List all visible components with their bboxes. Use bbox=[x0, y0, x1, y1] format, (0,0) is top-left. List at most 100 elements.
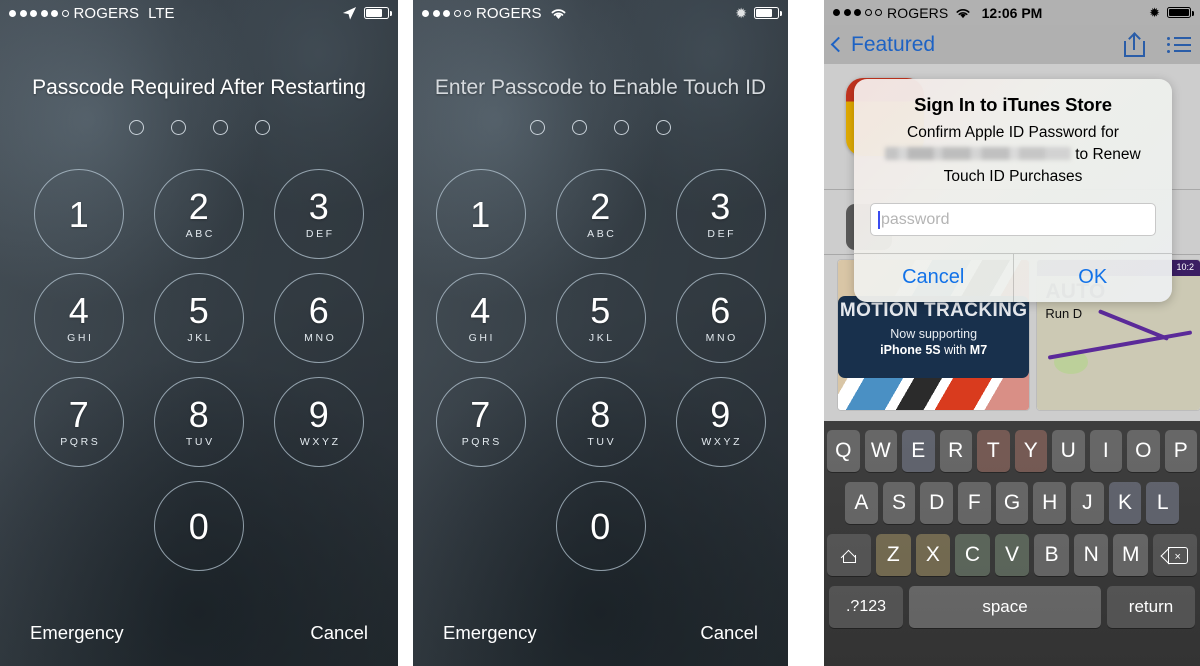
key-W[interactable]: W bbox=[864, 430, 897, 472]
key-E[interactable]: E bbox=[902, 430, 935, 472]
keypad-key-4[interactable]: 4 GHI bbox=[435, 273, 526, 363]
key-G[interactable]: G bbox=[995, 482, 1029, 524]
key-letters: GHI bbox=[67, 331, 94, 344]
keypad-key-8[interactable]: 8 TUV bbox=[555, 377, 646, 467]
lock-footer-1: Emergency Cancel bbox=[0, 622, 398, 644]
keypad-key-2[interactable]: 2 ABC bbox=[154, 169, 244, 259]
passcode-dot bbox=[530, 120, 545, 135]
list-icon[interactable] bbox=[1167, 36, 1191, 53]
shift-icon bbox=[840, 547, 857, 564]
keypad-key-1[interactable]: 1 bbox=[435, 169, 526, 259]
keypad-key-6[interactable]: 6 MNO bbox=[274, 273, 364, 363]
keypad-key-1[interactable]: 1 bbox=[34, 169, 124, 259]
passcode-keypad-1[interactable]: 1 2 ABC 3 DEF 4 GHI 5 JKL 6 MNO 7 PQRS 8… bbox=[34, 169, 364, 571]
passcode-dots-2 bbox=[413, 120, 788, 135]
key-L[interactable]: L bbox=[1146, 482, 1180, 524]
dialog-cancel-button[interactable]: Cancel bbox=[854, 254, 1013, 302]
keypad-key-2[interactable]: 2 ABC bbox=[555, 169, 646, 259]
key-I[interactable]: I bbox=[1089, 430, 1122, 472]
key-letters: ABC bbox=[185, 227, 215, 240]
clock-label: 12:06 PM bbox=[981, 4, 1043, 21]
key-T[interactable]: T bbox=[977, 430, 1010, 472]
dialog-title: Sign In to iTunes Store bbox=[914, 94, 1112, 115]
passcode-keypad-2[interactable]: 1 2 ABC 3 DEF 4 GHI 5 JKL 6 MNO 7 PQRS 8… bbox=[435, 169, 766, 571]
banner-device-line: iPhone 5S with M7 bbox=[880, 343, 988, 357]
network-type-label: LTE bbox=[148, 4, 175, 22]
key-D[interactable]: D bbox=[920, 482, 953, 524]
shift-key[interactable] bbox=[826, 534, 871, 576]
dialog-message: Confirm Apple ID Password for to Renew T… bbox=[870, 122, 1156, 188]
key-M[interactable]: M bbox=[1113, 534, 1149, 576]
key-letters: PQRS bbox=[60, 435, 101, 448]
keypad-key-3[interactable]: 3 DEF bbox=[675, 169, 766, 259]
keypad-key-9[interactable]: 9 WXYZ bbox=[675, 377, 766, 467]
key-number: 8 bbox=[590, 393, 611, 435]
key-X[interactable]: X bbox=[915, 534, 951, 576]
battery-icon bbox=[754, 7, 783, 19]
key-B[interactable]: B bbox=[1034, 534, 1069, 576]
key-U[interactable]: U bbox=[1052, 430, 1085, 472]
panel-gap-1 bbox=[398, 0, 413, 666]
keypad-key-7[interactable]: 7 PQRS bbox=[435, 377, 526, 467]
passcode-dot bbox=[170, 120, 186, 135]
share-icon[interactable] bbox=[1124, 31, 1145, 57]
key-Z[interactable]: Z bbox=[875, 534, 911, 576]
back-button[interactable]: Featured bbox=[830, 32, 936, 57]
key-R[interactable]: R bbox=[939, 430, 972, 472]
bluetooth-icon: ✹ bbox=[1149, 4, 1160, 20]
key-A[interactable]: A bbox=[844, 482, 878, 524]
password-input[interactable]: password bbox=[870, 203, 1156, 236]
key-number: 9 bbox=[710, 393, 731, 435]
keypad-key-0[interactable]: 0 bbox=[555, 481, 646, 571]
key-K[interactable]: K bbox=[1108, 482, 1142, 524]
delete-key[interactable]: × bbox=[1153, 534, 1198, 576]
keypad-key-4[interactable]: 4 GHI bbox=[34, 273, 124, 363]
numbers-key[interactable]: .?123 bbox=[829, 586, 903, 628]
keypad-key-8[interactable]: 8 TUV bbox=[154, 377, 244, 467]
back-button-label: Featured bbox=[851, 32, 936, 56]
screenshot-stage: ROGERS LTE Passcode Required After Resta… bbox=[0, 0, 1200, 666]
key-J[interactable]: J bbox=[1071, 482, 1104, 524]
keypad-key-5[interactable]: 5 JKL bbox=[555, 273, 646, 363]
passcode-dot bbox=[254, 120, 270, 135]
cancel-button[interactable]: Cancel bbox=[700, 622, 758, 644]
keypad-key-5[interactable]: 5 JKL bbox=[154, 273, 244, 363]
dialog-ok-button[interactable]: OK bbox=[1012, 254, 1173, 302]
on-screen-keyboard[interactable]: Q W E R T Y U I O P A S D F G H J K L Z … bbox=[824, 421, 1200, 666]
carrier-label: ROGERS bbox=[73, 4, 140, 22]
space-key[interactable]: space bbox=[909, 586, 1101, 628]
key-P[interactable]: P bbox=[1164, 430, 1197, 472]
key-C[interactable]: C bbox=[955, 534, 990, 576]
keypad-key-9[interactable]: 9 WXYZ bbox=[274, 377, 364, 467]
key-number: 6 bbox=[710, 289, 731, 331]
keyboard-row-2: A S D F G H J K L bbox=[827, 482, 1197, 524]
key-H[interactable]: H bbox=[1033, 482, 1067, 524]
keyboard-row-4: .?123 space return bbox=[827, 586, 1197, 628]
keypad-key-0[interactable]: 0 bbox=[154, 481, 244, 571]
emergency-button[interactable]: Emergency bbox=[30, 622, 124, 644]
passcode-dot bbox=[572, 120, 587, 135]
key-Y[interactable]: Y bbox=[1014, 430, 1047, 472]
key-number: 2 bbox=[188, 185, 210, 227]
passcode-dot bbox=[614, 120, 629, 135]
key-N[interactable]: N bbox=[1073, 534, 1109, 576]
keypad-key-7[interactable]: 7 PQRS bbox=[34, 377, 124, 467]
key-V[interactable]: V bbox=[994, 534, 1030, 576]
key-number: 3 bbox=[710, 185, 731, 227]
key-letters: GHI bbox=[468, 331, 496, 344]
key-Q[interactable]: Q bbox=[827, 430, 860, 472]
keyboard-row-1: Q W E R T Y U I O P bbox=[827, 430, 1197, 472]
keypad-key-3[interactable]: 3 DEF bbox=[274, 169, 364, 259]
key-number: 0 bbox=[590, 506, 611, 547]
passcode-dots-1 bbox=[0, 120, 398, 135]
key-letters: MNO bbox=[304, 331, 337, 344]
keypad-key-6[interactable]: 6 MNO bbox=[675, 273, 766, 363]
key-O[interactable]: O bbox=[1127, 430, 1160, 472]
return-key[interactable]: return bbox=[1107, 586, 1195, 628]
key-S[interactable]: S bbox=[882, 482, 916, 524]
cancel-button[interactable]: Cancel bbox=[310, 622, 368, 644]
key-F[interactable]: F bbox=[958, 482, 991, 524]
location-arrow-icon bbox=[342, 6, 357, 20]
key-number: 0 bbox=[188, 506, 210, 547]
emergency-button[interactable]: Emergency bbox=[443, 622, 537, 644]
